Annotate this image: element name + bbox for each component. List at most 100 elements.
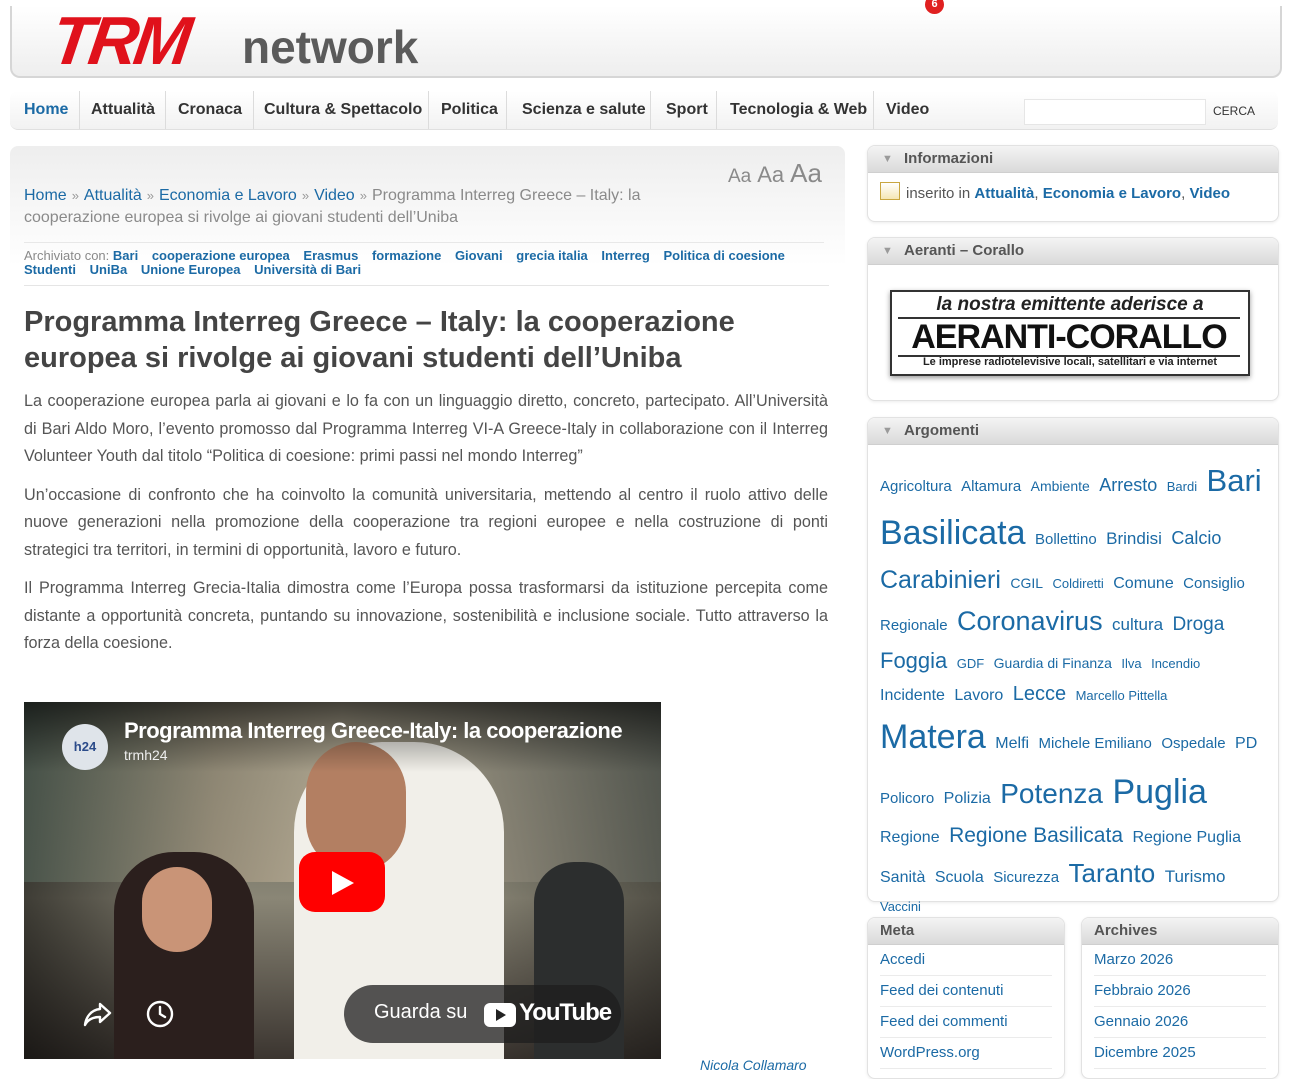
tag-cloud-link[interactable]: Puglia: [1112, 773, 1207, 811]
tag-link[interactable]: Interreg: [601, 248, 649, 263]
tag-link[interactable]: UniBa: [90, 262, 128, 277]
tag-cloud-link[interactable]: Bari: [1207, 463, 1262, 498]
share-icon[interactable]: [82, 998, 114, 1030]
tag-cloud-link[interactable]: Turismo: [1165, 867, 1226, 886]
breadcrumb-attualita[interactable]: Attualità: [84, 187, 142, 204]
breadcrumb-video[interactable]: Video: [314, 187, 355, 204]
breadcrumb-home[interactable]: Home: [24, 187, 67, 204]
archive-link[interactable]: Dicembre 2025: [1094, 1044, 1196, 1061]
aeranti-corallo-banner[interactable]: la nostra emittente aderisce a AERANTI-C…: [890, 290, 1250, 376]
tag-cloud-link[interactable]: Taranto: [1069, 858, 1156, 888]
tag-cloud-link[interactable]: Consiglio: [1183, 575, 1245, 592]
play-button[interactable]: [299, 852, 385, 912]
youtube-embed[interactable]: h24 Programma Interreg Greece-Italy: la …: [24, 702, 661, 1059]
meta-link[interactable]: Accedi: [880, 951, 925, 968]
tag-cloud-link[interactable]: Sanità: [880, 869, 925, 886]
tag-cloud-link[interactable]: Regionale: [880, 617, 948, 634]
tag-cloud-link[interactable]: PD: [1235, 735, 1257, 752]
font-size-small-button[interactable]: Aa: [728, 166, 751, 187]
tag-cloud-link[interactable]: Basilicata: [880, 514, 1026, 552]
meta-link[interactable]: WordPress.org: [880, 1044, 980, 1061]
tag-cloud-link[interactable]: Arresto: [1099, 475, 1157, 495]
tag-cloud-link[interactable]: Regione Basilicata: [949, 824, 1123, 847]
tag-link[interactable]: Erasmus: [303, 248, 358, 263]
nav-item-scienza[interactable]: Scienza e salute: [522, 91, 651, 129]
tag-link[interactable]: Politica di coesione: [663, 248, 784, 263]
tag-link[interactable]: Studenti: [24, 262, 76, 277]
tag-cloud-link[interactable]: Lavoro: [954, 687, 1003, 704]
tag-cloud-link[interactable]: cultura: [1112, 615, 1163, 634]
widget-header[interactable]: ▼ Informazioni: [868, 146, 1278, 173]
breadcrumb-economia[interactable]: Economia e Lavoro: [159, 187, 297, 204]
nav-item-cultura[interactable]: Cultura & Spettacolo: [264, 91, 429, 129]
search-input[interactable]: [1024, 99, 1206, 125]
tag-link[interactable]: grecia italia: [516, 248, 588, 263]
nav-item-attualita[interactable]: Attualità: [91, 91, 166, 129]
tag-cloud-link[interactable]: Lecce: [1013, 683, 1066, 705]
tag-cloud-link[interactable]: Ilva: [1121, 656, 1141, 671]
watch-on-youtube-button[interactable]: Guarda su YouTube: [344, 985, 621, 1043]
font-size-medium-button[interactable]: Aa: [757, 162, 784, 187]
nav-item-tecnologia[interactable]: Tecnologia & Web: [730, 91, 874, 129]
channel-avatar[interactable]: h24: [62, 724, 108, 770]
category-link[interactable]: Attualità: [974, 185, 1034, 202]
tag-cloud-link[interactable]: Guardia di Finanza: [994, 655, 1112, 671]
tag-cloud-link[interactable]: Comune: [1113, 575, 1173, 592]
archive-link[interactable]: Gennaio 2026: [1094, 1013, 1188, 1030]
tag-cloud-link[interactable]: Bardi: [1167, 479, 1197, 494]
nav-item-sport[interactable]: Sport: [666, 91, 717, 129]
site-logo[interactable]: TRM: [47, 2, 193, 80]
tag-cloud-link[interactable]: Scuola: [935, 869, 984, 886]
tag-cloud-link[interactable]: Altamura: [961, 478, 1021, 495]
tag-cloud-link[interactable]: Incendio: [1151, 656, 1200, 671]
widget-header[interactable]: ▼ Argomenti: [868, 418, 1278, 445]
watch-later-icon[interactable]: [144, 998, 176, 1030]
tag-cloud-link[interactable]: Coldiretti: [1052, 576, 1103, 591]
category-link[interactable]: Video: [1189, 185, 1230, 202]
tag-link[interactable]: formazione: [372, 248, 441, 263]
tag-cloud-link[interactable]: Calcio: [1171, 528, 1221, 548]
tag-cloud-link[interactable]: CGIL: [1010, 575, 1043, 591]
tag-cloud-link[interactable]: Matera: [880, 718, 986, 756]
tag-link[interactable]: Unione Europea: [141, 262, 241, 277]
tag-link[interactable]: Bari: [113, 248, 138, 263]
site-logo-network[interactable]: network: [242, 20, 418, 74]
archive-link[interactable]: Febbraio 2026: [1094, 982, 1191, 999]
video-channel[interactable]: trmh24: [124, 747, 168, 763]
tag-cloud-link[interactable]: Polizia: [944, 790, 991, 807]
tag-cloud-link[interactable]: Incidente: [880, 687, 945, 704]
search-button[interactable]: CERCA: [1206, 99, 1262, 123]
tag-cloud-link[interactable]: Michele Emiliano: [1039, 735, 1152, 752]
tag-cloud-link[interactable]: Potenza: [1000, 778, 1103, 809]
tag-cloud-link[interactable]: Foggia: [880, 648, 947, 673]
tag-cloud-link[interactable]: Brindisi: [1106, 529, 1162, 548]
meta-link[interactable]: Feed dei commenti: [880, 1013, 1008, 1030]
tag-cloud-link[interactable]: Bollettino: [1035, 531, 1097, 548]
tag-cloud-link[interactable]: Agricoltura: [880, 478, 952, 495]
tag-cloud-link[interactable]: Melfi: [995, 735, 1029, 752]
tag-link[interactable]: Giovani: [455, 248, 503, 263]
video-title[interactable]: Programma Interreg Greece-Italy: la coop…: [124, 718, 624, 744]
tag-cloud-link[interactable]: Regione Puglia: [1132, 829, 1241, 846]
tag-cloud-link[interactable]: Droga: [1173, 614, 1225, 635]
tag-cloud-link[interactable]: Ambiente: [1031, 478, 1090, 494]
nav-item-politica[interactable]: Politica: [441, 91, 507, 129]
font-size-large-button[interactable]: Aa: [790, 158, 822, 188]
nav-item-cronaca[interactable]: Cronaca: [178, 91, 254, 129]
category-link[interactable]: Economia e Lavoro: [1043, 185, 1181, 202]
tag-cloud-link[interactable]: Marcello Pittella: [1076, 688, 1168, 703]
meta-link[interactable]: Feed dei contenuti: [880, 982, 1003, 999]
tag-cloud-link[interactable]: Vaccini: [880, 899, 921, 914]
tag-cloud-link[interactable]: GDF: [957, 656, 984, 671]
tag-cloud-link[interactable]: Ospedale: [1161, 735, 1225, 752]
post-author[interactable]: Nicola Collamaro: [700, 1057, 807, 1073]
archive-link[interactable]: Marzo 2026: [1094, 951, 1173, 968]
tag-cloud-link[interactable]: Policoro: [880, 790, 934, 807]
tag-cloud-link[interactable]: Sicurezza: [993, 869, 1059, 886]
widget-header[interactable]: ▼ Aeranti – Corallo: [868, 238, 1278, 265]
tag-cloud-link[interactable]: Carabinieri: [880, 566, 1001, 594]
nav-item-home[interactable]: Home: [24, 91, 81, 129]
tag-link[interactable]: Università di Bari: [254, 262, 361, 277]
nav-item-video[interactable]: Video: [886, 91, 936, 129]
tag-link[interactable]: cooperazione europea: [152, 248, 290, 263]
